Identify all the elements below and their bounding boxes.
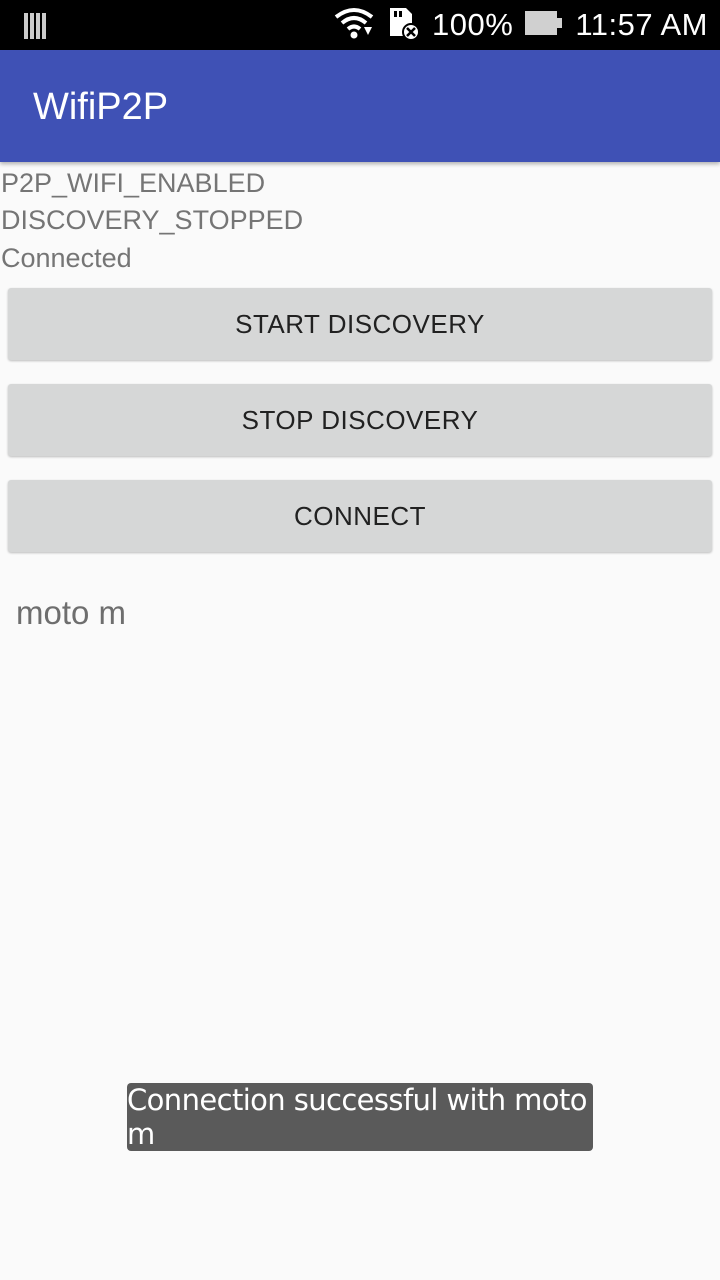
battery-icon bbox=[525, 9, 563, 42]
discovery-state-text: DISCOVERY_STOPPED bbox=[1, 205, 304, 235]
start-discovery-button[interactable]: START DISCOVERY bbox=[8, 288, 712, 360]
wifi-icon bbox=[334, 7, 374, 44]
device-list-item[interactable]: moto m bbox=[16, 594, 126, 632]
app-bar: WifiP2P bbox=[0, 50, 720, 162]
wifi-state-text: P2P_WIFI_ENABLED bbox=[1, 168, 266, 198]
status-bar: 100% 11:57 AM bbox=[0, 0, 720, 50]
signal-bars-icon bbox=[24, 11, 48, 44]
stop-discovery-button[interactable]: STOP DISCOVERY bbox=[8, 384, 712, 456]
toast-message: Connection successful with moto m bbox=[127, 1083, 593, 1151]
sd-card-icon bbox=[386, 6, 421, 45]
clock: 11:57 AM bbox=[575, 7, 708, 42]
connection-state-text: Connected bbox=[1, 243, 132, 273]
battery-percent: 100% bbox=[432, 7, 514, 42]
connect-button[interactable]: CONNECT bbox=[8, 480, 712, 552]
app-title: WifiP2P bbox=[33, 86, 169, 128]
